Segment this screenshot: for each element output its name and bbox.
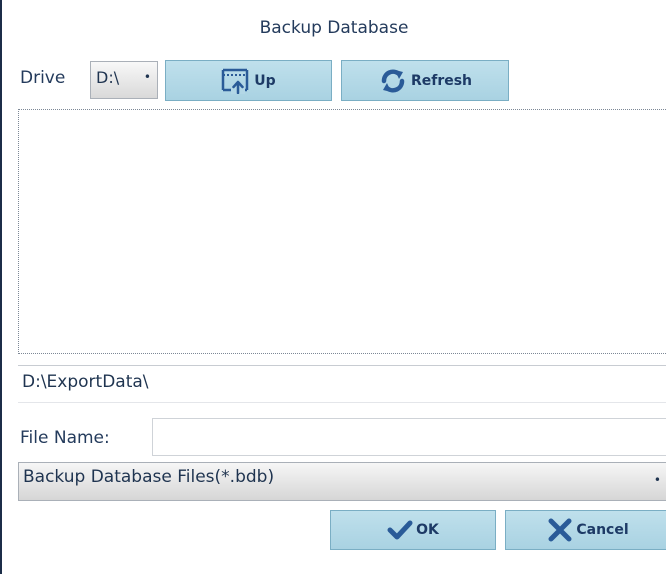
- chevron-down-icon: •: [143, 70, 151, 84]
- close-icon: [547, 518, 573, 542]
- up-button[interactable]: Up: [165, 60, 332, 101]
- file-name-label: File Name:: [20, 428, 110, 448]
- refresh-icon: [378, 68, 408, 94]
- backup-database-dialog: Backup Database Drive D:\ • Up Refresh D…: [0, 0, 666, 574]
- up-button-label: Up: [254, 72, 276, 89]
- folder-up-icon: [221, 68, 251, 94]
- ok-button-label: OK: [416, 522, 439, 538]
- chevron-down-icon: •: [653, 473, 661, 487]
- dialog-title: Backup Database: [259, 18, 409, 38]
- drive-select-value: D:\: [96, 68, 120, 87]
- drive-label: Drive: [20, 68, 66, 88]
- file-type-select-value: Backup Database Files(*.bdb): [23, 467, 275, 487]
- ok-button[interactable]: OK: [330, 510, 496, 550]
- file-name-input[interactable]: [152, 418, 666, 456]
- drive-select[interactable]: D:\ •: [90, 61, 158, 99]
- current-path: D:\ExportData\: [18, 365, 666, 403]
- check-icon: [387, 519, 413, 541]
- refresh-button-label: Refresh: [410, 72, 473, 89]
- cancel-button-label: Cancel: [576, 522, 629, 538]
- refresh-button[interactable]: Refresh: [341, 60, 509, 101]
- file-type-select[interactable]: Backup Database Files(*.bdb) •: [18, 462, 666, 501]
- file-list[interactable]: [18, 109, 666, 354]
- cancel-button[interactable]: Cancel: [505, 510, 666, 550]
